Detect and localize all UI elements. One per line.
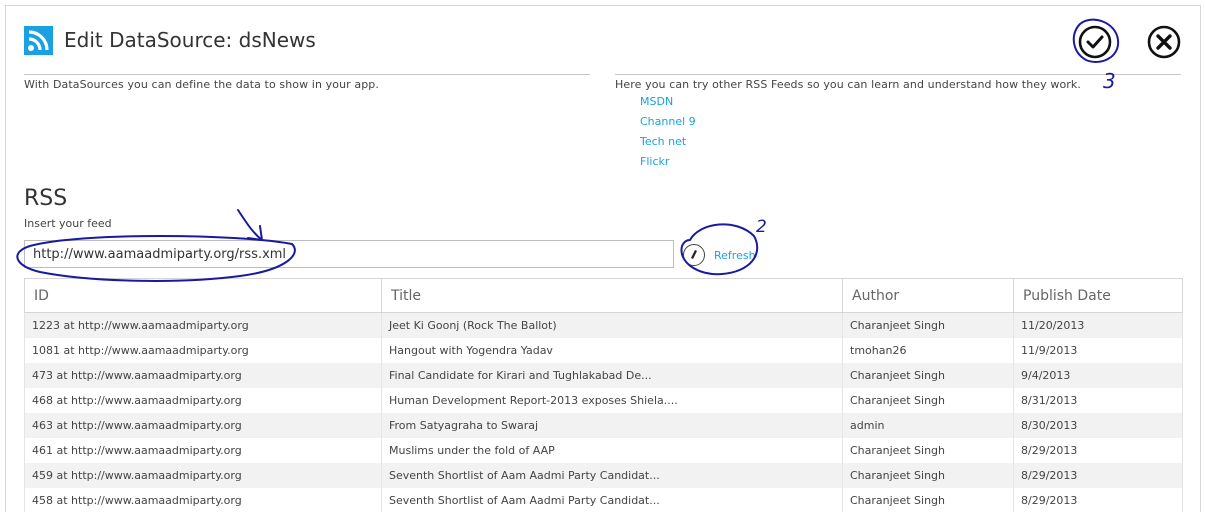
cell-date: 8/31/2013 — [1013, 387, 1183, 413]
column-header-title[interactable]: Title — [381, 278, 843, 313]
table-row[interactable]: 473 at http://www.aamaadmiparty.org Fina… — [24, 362, 1183, 388]
cell-title: Seventh Shortlist of Aam Aadmi Party Can… — [381, 462, 843, 488]
cell-id: 468 at http://www.aamaadmiparty.org — [24, 387, 382, 413]
rss-heading: RSS — [24, 186, 68, 211]
feed-link-msdn[interactable]: MSDN — [640, 95, 673, 108]
left-divider — [24, 74, 590, 75]
feed-link-flickr[interactable]: Flickr — [640, 155, 669, 168]
cell-author: Charanjeet Singh — [842, 487, 1014, 512]
cell-id: 459 at http://www.aamaadmiparty.org — [24, 462, 382, 488]
cell-author: tmohan26 — [842, 337, 1014, 363]
cell-author: Charanjeet Singh — [842, 312, 1014, 338]
datasource-description: With DataSources you can define the data… — [24, 78, 379, 91]
cell-title: Seventh Shortlist of Aam Aadmi Party Can… — [381, 487, 843, 512]
column-header-publish-date[interactable]: Publish Date — [1013, 278, 1183, 313]
cell-date: 9/4/2013 — [1013, 362, 1183, 388]
cell-author: Charanjeet Singh — [842, 362, 1014, 388]
cell-author: admin — [842, 412, 1014, 438]
column-header-id[interactable]: ID — [24, 278, 382, 313]
table-row[interactable]: 463 at http://www.aamaadmiparty.org From… — [24, 412, 1183, 438]
table-row[interactable]: 1081 at http://www.aamaadmiparty.org Han… — [24, 337, 1183, 363]
cell-id: 1223 at http://www.aamaadmiparty.org — [24, 312, 382, 338]
rss-icon — [24, 26, 53, 55]
close-icon[interactable] — [1147, 25, 1181, 59]
cell-title: Final Candidate for Kirari and Tughlakab… — [381, 362, 843, 388]
insert-feed-label: Insert your feed — [24, 217, 112, 230]
table-header-row: ID Title Author Publish Date — [24, 278, 1183, 313]
cell-title: Jeet Ki Goonj (Rock The Ballot) — [381, 312, 843, 338]
feed-url-input[interactable] — [24, 240, 674, 268]
cell-title: Hangout with Yogendra Yadav — [381, 337, 843, 363]
cell-date: 8/29/2013 — [1013, 462, 1183, 488]
cell-date: 11/9/2013 — [1013, 337, 1183, 363]
page-title: Edit DataSource: dsNews — [64, 28, 316, 52]
table-row[interactable]: 459 at http://www.aamaadmiparty.org Seve… — [24, 462, 1183, 488]
cell-author: Charanjeet Singh — [842, 387, 1014, 413]
cell-author: Charanjeet Singh — [842, 462, 1014, 488]
cell-title: Human Development Report-2013 exposes Sh… — [381, 387, 843, 413]
cell-date: 8/29/2013 — [1013, 487, 1183, 512]
cell-date: 11/20/2013 — [1013, 312, 1183, 338]
column-header-author[interactable]: Author — [842, 278, 1014, 313]
table-row[interactable]: 461 at http://www.aamaadmiparty.org Musl… — [24, 437, 1183, 463]
right-divider — [615, 74, 1181, 75]
cell-author: Charanjeet Singh — [842, 437, 1014, 463]
cell-id: 463 at http://www.aamaadmiparty.org — [24, 412, 382, 438]
feeds-description: Here you can try other RSS Feeds so you … — [615, 78, 1081, 91]
cell-id: 461 at http://www.aamaadmiparty.org — [24, 437, 382, 463]
cell-title: From Satyagraha to Swaraj — [381, 412, 843, 438]
cell-id: 1081 at http://www.aamaadmiparty.org — [24, 337, 382, 363]
cell-id: 458 at http://www.aamaadmiparty.org — [24, 487, 382, 512]
cell-date: 8/30/2013 — [1013, 412, 1183, 438]
table-row[interactable]: 458 at http://www.aamaadmiparty.org Seve… — [24, 487, 1183, 512]
cell-date: 8/29/2013 — [1013, 437, 1183, 463]
cell-title: Muslims under the fold of AAP — [381, 437, 843, 463]
refresh-button[interactable]: Refresh — [714, 249, 756, 262]
feed-table: ID Title Author Publish Date 1223 at htt… — [24, 278, 1183, 512]
feed-link-technet[interactable]: Tech net — [640, 135, 686, 148]
table-row[interactable]: 468 at http://www.aamaadmiparty.org Huma… — [24, 387, 1183, 413]
cell-id: 473 at http://www.aamaadmiparty.org — [24, 362, 382, 388]
check-icon[interactable] — [1078, 25, 1112, 59]
feed-link-channel9[interactable]: Channel 9 — [640, 115, 696, 128]
table-row[interactable]: 1223 at http://www.aamaadmiparty.org Jee… — [24, 312, 1183, 338]
refresh-icon[interactable] — [683, 244, 705, 266]
